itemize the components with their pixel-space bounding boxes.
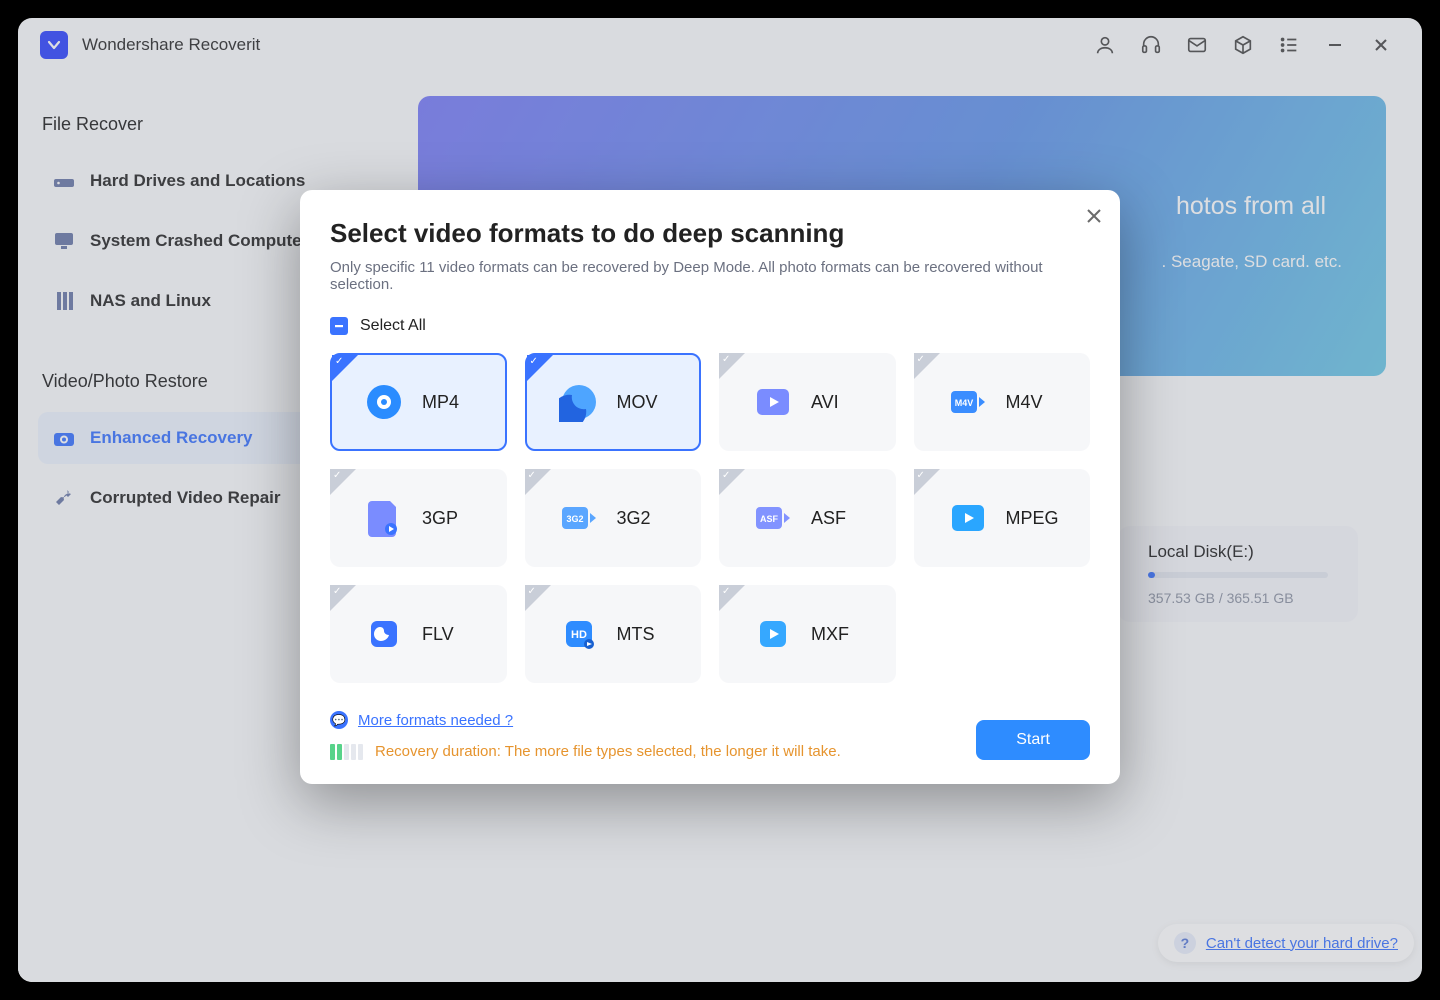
wrench-icon: [52, 486, 76, 510]
format-label: MPEG: [1006, 508, 1059, 529]
sidebar-section-file-recover: File Recover: [42, 114, 346, 135]
svg-text:ASF: ASF: [760, 514, 779, 524]
svg-text:M4V: M4V: [954, 398, 973, 408]
sidebar-item-label: System Crashed Computer: [90, 231, 308, 251]
app-logo-icon: [40, 31, 68, 59]
headset-icon[interactable]: [1132, 26, 1170, 64]
format-card-m4v[interactable]: ✓ M4V M4V: [914, 353, 1091, 451]
chat-icon: 💬: [330, 711, 348, 729]
camera-icon: [52, 426, 76, 450]
svg-text:3G2: 3G2: [566, 514, 583, 524]
hero-subtitle-fragment: . Seagate, SD card. etc.: [1162, 252, 1342, 272]
duration-bars-icon: [330, 744, 363, 760]
modal-close-button[interactable]: [1084, 206, 1104, 232]
check-icon: ✓: [722, 586, 730, 597]
format-card-avi[interactable]: ✓ AVI: [719, 353, 896, 451]
format-label: MP4: [422, 392, 459, 413]
sidebar-item-label: Hard Drives and Locations: [90, 171, 305, 191]
titlebar: Wondershare Recoverit: [18, 18, 1422, 72]
svg-text:HD: HD: [571, 629, 587, 641]
mpeg-icon: [948, 498, 988, 538]
list-icon[interactable]: [1270, 26, 1308, 64]
check-icon: ✓: [722, 354, 730, 365]
disk-usage-bar: [1148, 572, 1328, 578]
3gp-icon: [364, 498, 404, 538]
select-all-label: Select All: [360, 317, 426, 335]
mxf-icon: [753, 614, 793, 654]
check-icon: ✓: [333, 470, 341, 481]
account-icon[interactable]: [1086, 26, 1124, 64]
check-icon: ✓: [530, 356, 538, 367]
server-icon: [52, 289, 76, 313]
format-select-modal: Select video formats to do deep scanning…: [300, 190, 1120, 784]
select-all-checkbox[interactable]: [330, 317, 348, 335]
mts-icon: HD: [559, 614, 599, 654]
disk-card[interactable]: Local Disk(E:) 357.53 GB / 365.51 GB: [1118, 526, 1358, 622]
minimize-icon[interactable]: [1316, 26, 1354, 64]
mp4-icon: [364, 382, 404, 422]
format-card-mts[interactable]: ✓ HD MTS: [525, 585, 702, 683]
modal-description: Only specific 11 video formats can be re…: [330, 259, 1090, 293]
help-link[interactable]: ? Can't detect your hard drive?: [1158, 924, 1414, 962]
sidebar-item-label: Enhanced Recovery: [90, 428, 253, 448]
sidebar-item-label: NAS and Linux: [90, 291, 211, 311]
format-card-mov[interactable]: ✓ MOV: [525, 353, 702, 451]
hard-drive-icon: [52, 169, 76, 193]
help-icon: ?: [1174, 932, 1196, 954]
duration-note: Recovery duration: The more file types s…: [375, 743, 841, 760]
format-label: 3GP: [422, 508, 458, 529]
check-icon: ✓: [722, 470, 730, 481]
format-card-mpeg[interactable]: ✓ MPEG: [914, 469, 1091, 567]
format-label: MXF: [811, 624, 849, 645]
3g2-icon: 3G2: [559, 498, 599, 538]
asf-icon: ASF: [753, 498, 793, 538]
disk-name: Local Disk(E:): [1148, 542, 1328, 562]
check-icon: ✓: [528, 470, 536, 481]
mov-icon: [559, 382, 599, 422]
hero-title-fragment: hotos from all: [1176, 192, 1326, 221]
format-card-mxf[interactable]: ✓ MXF: [719, 585, 896, 683]
help-text: Can't detect your hard drive?: [1206, 935, 1398, 952]
format-card-3gp[interactable]: ✓ 3GP: [330, 469, 507, 567]
sidebar-item-label: Corrupted Video Repair: [90, 488, 281, 508]
format-card-3g2[interactable]: ✓ 3G2 3G2: [525, 469, 702, 567]
start-button[interactable]: Start: [976, 720, 1090, 760]
modal-title: Select video formats to do deep scanning: [330, 218, 1090, 249]
disk-usage-text: 357.53 GB / 365.51 GB: [1148, 590, 1328, 606]
check-icon: ✓: [335, 356, 343, 367]
flv-icon: [364, 614, 404, 654]
format-label: ASF: [811, 508, 846, 529]
close-icon[interactable]: [1362, 26, 1400, 64]
format-card-mp4[interactable]: ✓ MP4: [330, 353, 507, 451]
check-icon: ✓: [917, 354, 925, 365]
format-label: MTS: [617, 624, 655, 645]
app-name: Wondershare Recoverit: [82, 35, 260, 55]
m4v-icon: M4V: [948, 382, 988, 422]
format-card-asf[interactable]: ✓ ASF ASF: [719, 469, 896, 567]
format-label: AVI: [811, 392, 839, 413]
monitor-icon: [52, 229, 76, 253]
format-label: MOV: [617, 392, 658, 413]
more-formats-link[interactable]: More formats needed ?: [358, 712, 513, 729]
check-icon: ✓: [917, 470, 925, 481]
select-all-row[interactable]: Select All: [330, 317, 1090, 335]
check-icon: ✓: [333, 586, 341, 597]
avi-icon: [753, 382, 793, 422]
format-label: 3G2: [617, 508, 651, 529]
check-icon: ✓: [528, 586, 536, 597]
format-label: FLV: [422, 624, 454, 645]
format-card-flv[interactable]: ✓ FLV: [330, 585, 507, 683]
format-label: M4V: [1006, 392, 1043, 413]
mail-icon[interactable]: [1178, 26, 1216, 64]
box-icon[interactable]: [1224, 26, 1262, 64]
format-grid: ✓ MP4 ✓ MOV ✓ AVI ✓ M4V M4V: [330, 353, 1090, 683]
